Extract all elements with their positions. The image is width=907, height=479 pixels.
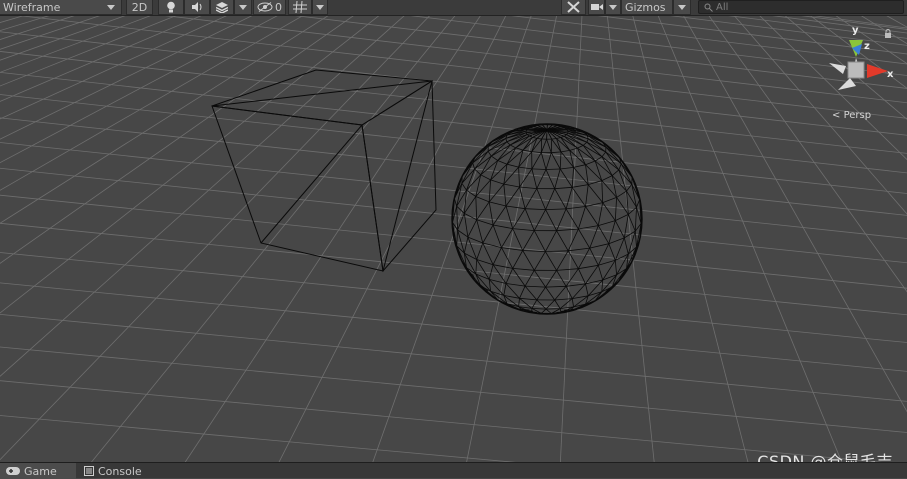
gizmos-label: Gizmos <box>625 1 666 14</box>
mode-2d-toggle[interactable]: 2D <box>126 0 153 15</box>
draw-mode-label: Wireframe <box>3 1 60 14</box>
tab-game[interactable]: Game <box>0 463 76 479</box>
scene-canvas[interactable]: y z x <box>0 16 907 462</box>
scene-toolbar: Wireframe 2D 0 Gizmos All <box>0 0 907 16</box>
tab-game-label: Game <box>24 465 57 478</box>
hidden-objects-toggle[interactable]: 0 <box>253 0 286 15</box>
effects-icon <box>216 2 228 13</box>
effects-dropdown[interactable] <box>234 0 252 15</box>
tab-console[interactable]: Console <box>78 463 148 479</box>
console-icon <box>84 466 94 476</box>
axis-z-label: z <box>864 41 870 52</box>
hidden-count: 0 <box>275 1 282 14</box>
effects-toggle[interactable] <box>210 0 234 15</box>
camera-icon <box>591 3 603 11</box>
projection-toggle[interactable]: < Persp <box>832 110 871 121</box>
chevron-down-icon <box>609 5 617 10</box>
grid-dropdown[interactable] <box>312 0 328 15</box>
projection-label: Persp <box>844 110 872 121</box>
hidden-objects-icon <box>257 2 273 12</box>
lighting-icon <box>166 1 176 13</box>
tools-icon <box>567 1 580 13</box>
axis-x-label: x <box>887 69 894 80</box>
grid-icon <box>293 1 307 13</box>
hierarchy-search-input[interactable]: All <box>698 0 904 14</box>
gamepad-icon <box>6 467 20 475</box>
axis-y-label: y <box>852 25 859 36</box>
lighting-toggle[interactable] <box>158 0 184 15</box>
camera-settings-button[interactable] <box>588 0 605 15</box>
chevron-left-icon: < <box>832 110 840 121</box>
tools-toggle[interactable] <box>561 0 586 15</box>
draw-mode-dropdown[interactable]: Wireframe <box>0 0 122 15</box>
gizmos-dropdown[interactable] <box>673 0 691 15</box>
gizmo-center-cube[interactable] <box>848 62 864 78</box>
scene-viewport[interactable]: y z x <box>0 16 907 462</box>
grid-toggle[interactable] <box>288 0 312 15</box>
chevron-down-icon <box>678 5 686 10</box>
audio-toggle[interactable] <box>184 0 210 15</box>
chevron-down-icon <box>107 5 115 10</box>
mode-2d-label: 2D <box>132 1 147 14</box>
bottom-tab-bar: Game Console <box>0 462 907 478</box>
camera-dropdown[interactable] <box>605 0 621 15</box>
gizmos-toggle[interactable]: Gizmos <box>621 0 673 15</box>
chevron-down-icon <box>316 5 324 10</box>
chevron-down-icon <box>239 5 247 10</box>
search-icon <box>704 3 713 12</box>
search-placeholder: All <box>716 2 728 13</box>
tab-console-label: Console <box>98 465 142 478</box>
audio-icon <box>191 2 203 12</box>
